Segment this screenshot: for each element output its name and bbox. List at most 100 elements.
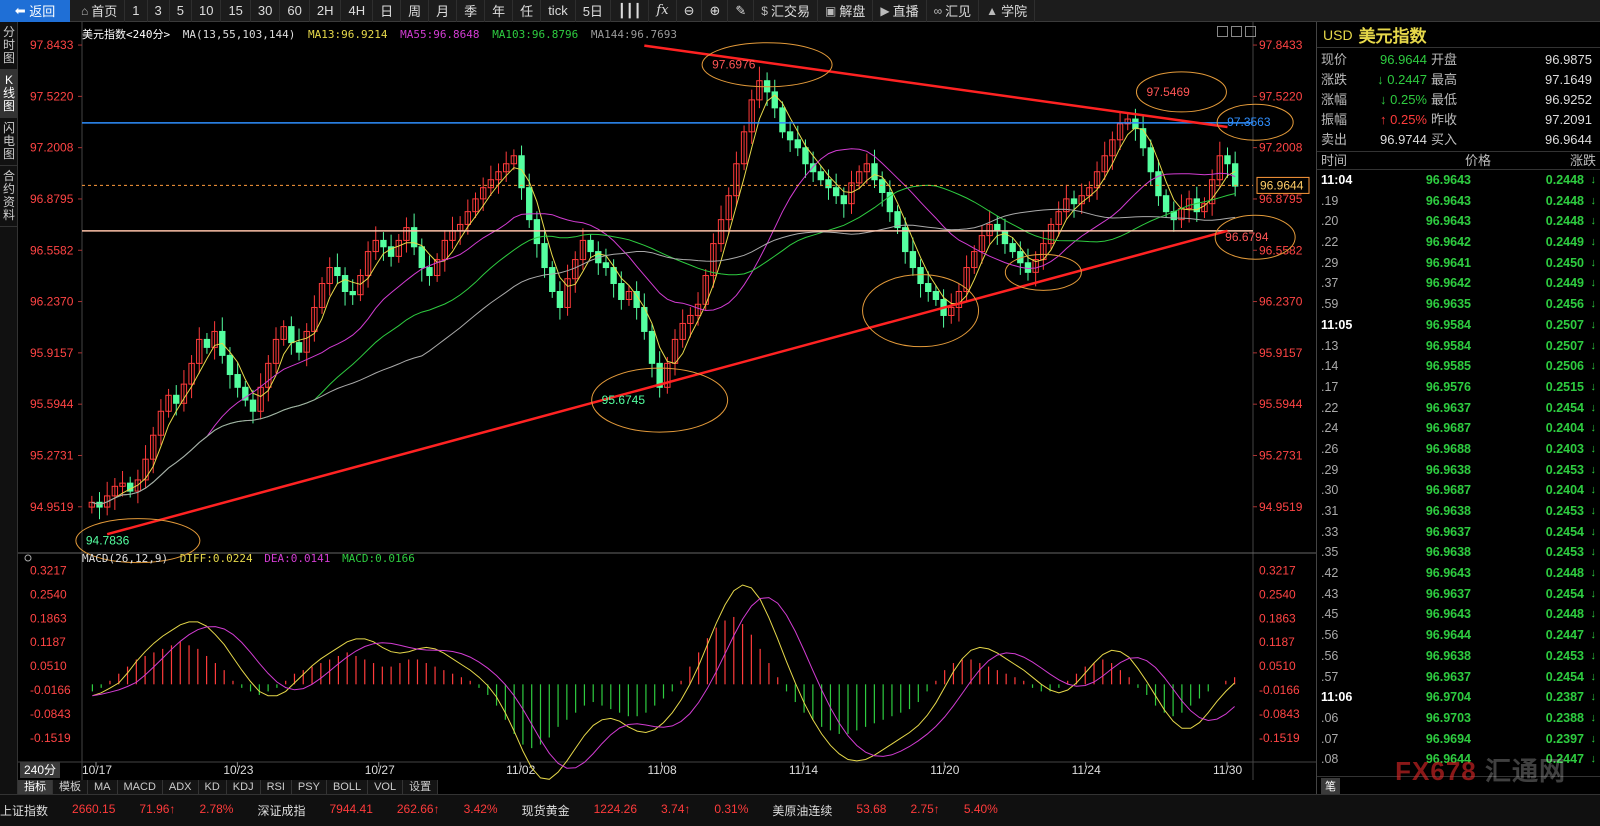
zoom-out-button[interactable]: ⊖ — [677, 0, 703, 22]
maximize-icon[interactable] — [1245, 26, 1256, 37]
kline-chart[interactable]: 97.8433 97.8433 97.5220 97.5220 97.2008 97.20… — [18, 22, 1316, 780]
time-tick-label: 11/24 — [1072, 763, 1101, 777]
price-tick-label-left: 97.2008 — [30, 141, 74, 155]
down-arrow-icon: ↓ — [1590, 587, 1597, 600]
price-tick-label-left: 94.9519 — [30, 500, 74, 514]
price-tick-label-left: 96.8795 — [30, 192, 74, 206]
view-tab-3[interactable]: 合约资料 — [0, 166, 18, 227]
period-button-12[interactable]: 季 — [457, 0, 486, 22]
tick-time: .19 — [1321, 193, 1339, 208]
legend-ma13: MA13:96.9214 — [307, 28, 388, 41]
period-button-11[interactable]: 月 — [429, 0, 458, 22]
macd-tick-label-right: 0.2540 — [1259, 587, 1296, 601]
ticker-item[interactable]: 美原油连续 53.68 2.75↑ 5.40% — [772, 802, 1021, 819]
time-tick-label: 11/08 — [648, 763, 677, 777]
time-tick-label: 10/17 — [82, 763, 112, 777]
indicator-tab-4[interactable]: ADX — [162, 780, 199, 794]
candle-body — [871, 163, 878, 181]
period-button-5[interactable]: 30 — [251, 0, 281, 22]
low-annotation-label: 94.7836 — [86, 534, 130, 548]
period-button-7[interactable]: 2H — [310, 0, 342, 22]
period-button-4[interactable]: 15 — [221, 0, 251, 22]
view-tab-2[interactable]: 闪电图 — [0, 118, 18, 166]
huijian-button[interactable]: ∞ 汇见 — [927, 0, 980, 22]
chart-canvas: 97.8433 97.8433 97.5220 97.5220 97.2008 97.20… — [18, 22, 1316, 780]
candle-body — [832, 187, 840, 197]
ticker-name: 现货黄金 — [521, 804, 570, 818]
view-tab-0[interactable]: 分时图 — [0, 22, 18, 70]
down-arrow-icon: ↓ — [1590, 608, 1597, 621]
tick-price: 96.9638 — [1425, 462, 1471, 477]
indicator-tab-5[interactable]: KD — [198, 780, 227, 794]
trade-button[interactable]: $ 汇交易 — [754, 0, 818, 22]
candle-body — [1009, 243, 1016, 253]
price-tick-label-left: 95.2731 — [30, 448, 74, 462]
period-button-13[interactable]: 年 — [485, 0, 514, 22]
indicator-tab-8[interactable]: PSY — [291, 780, 327, 794]
home-icon: ⌂ — [81, 3, 89, 18]
minimize-icon[interactable] — [1217, 26, 1228, 37]
view-tab-1[interactable]: K线图 — [0, 70, 18, 118]
draw-button[interactable]: ✎ — [728, 0, 755, 22]
indicator-tab-11[interactable]: 设置 — [403, 780, 439, 794]
ticker-item[interactable]: 深证成指 7944.41 262.66↑ 3.42% — [257, 802, 521, 819]
period-button-8[interactable]: 4H — [341, 0, 374, 22]
indicator-tab-7[interactable]: RSI — [260, 780, 292, 794]
quote-value: 96.9252 — [1545, 92, 1592, 107]
period-button-10[interactable]: 周 — [401, 0, 430, 22]
candle-style-button[interactable]: ┃┃┃ — [611, 0, 650, 22]
period-button-15[interactable]: tick — [541, 0, 576, 22]
indicator-tab-9[interactable]: BOLL — [326, 780, 369, 794]
tick-row: .56 96.9644 0.2447 ↓ — [1317, 625, 1600, 646]
tick-row: 11:04 96.9643 0.2448 ↓ — [1317, 170, 1600, 191]
period-button-1[interactable]: 3 — [148, 0, 170, 22]
indicator-tab-10[interactable]: VOL — [368, 780, 404, 794]
down-arrow-icon: ↓ — [1590, 401, 1597, 414]
down-arrow-icon: ↓ — [1590, 732, 1597, 745]
period-button-0[interactable]: 1 — [125, 0, 148, 22]
period-button-6[interactable]: 60 — [280, 0, 310, 22]
price-tick-label-right: 95.2731 — [1259, 448, 1303, 462]
zoom-in-button[interactable]: ⊕ — [702, 0, 729, 22]
ticker-item[interactable]: 上证指数 2660.15 71.96↑ 2.78% — [0, 802, 257, 819]
tick-time: .56 — [1321, 648, 1339, 663]
indicator-tab-6[interactable]: KDJ — [226, 780, 261, 794]
tick-price: 96.9637 — [1425, 669, 1471, 684]
period-button-9[interactable]: 日 — [373, 0, 402, 22]
period-button-3[interactable]: 10 — [192, 0, 222, 22]
indicator-tab-3[interactable]: MACD — [117, 780, 163, 794]
tick-time: .37 — [1321, 276, 1339, 291]
ticks-list[interactable]: 11:04 96.9643 0.2448 ↓ .19 96.9643 0.2448 ↓ .20 9… — [1317, 170, 1600, 770]
five-day-button[interactable]: 5日 — [576, 0, 611, 22]
home-button[interactable]: ⌂ 首页 — [74, 0, 126, 22]
legend-title: 美元指数<240分> — [82, 28, 171, 41]
period-button-14[interactable]: 任 — [513, 0, 542, 22]
tick-time: .59 — [1321, 297, 1339, 312]
indicator-tab-1[interactable]: 模板 — [53, 780, 88, 794]
live-button[interactable]: ▶ 直播 — [873, 0, 927, 22]
candle-body — [1147, 147, 1154, 173]
analysis-button[interactable]: ▣ 解盘 — [818, 0, 874, 22]
candle-body — [917, 267, 924, 285]
pen-tab[interactable]: 笔 — [1321, 778, 1340, 794]
fx-button[interactable]: fx — [649, 0, 677, 22]
indicator-tab-0[interactable]: 指标 — [18, 780, 53, 794]
quote-label: 最低 — [1431, 92, 1458, 107]
rising-trendline — [106, 229, 1228, 536]
indicator-tab-2[interactable]: MA — [88, 780, 118, 794]
back-button[interactable]: ⬅ 返回 — [0, 0, 70, 22]
tick-time: 11:04 — [1321, 173, 1353, 187]
school-button[interactable]: ▲ 学院 — [979, 0, 1036, 22]
quote-value: 96.9875 — [1545, 52, 1592, 67]
restore-icon[interactable] — [1231, 26, 1242, 37]
ticker-item[interactable]: 现货黄金 1224.26 3.74↑ 0.31% — [522, 802, 773, 819]
time-tick-label: 11/30 — [1213, 763, 1242, 777]
legend-ma144: MA144:96.7693 — [590, 28, 677, 41]
candle-body — [994, 223, 1001, 232]
tick-row: .13 96.9584 0.2507 ↓ — [1317, 336, 1600, 357]
tick-change: 0.2404 — [1545, 421, 1584, 436]
period-label[interactable]: 240分 — [20, 762, 61, 778]
ticker-name: 深证成指 — [257, 804, 306, 818]
period-button-2[interactable]: 5 — [170, 0, 192, 22]
pane-settings-icon[interactable] — [24, 554, 32, 562]
